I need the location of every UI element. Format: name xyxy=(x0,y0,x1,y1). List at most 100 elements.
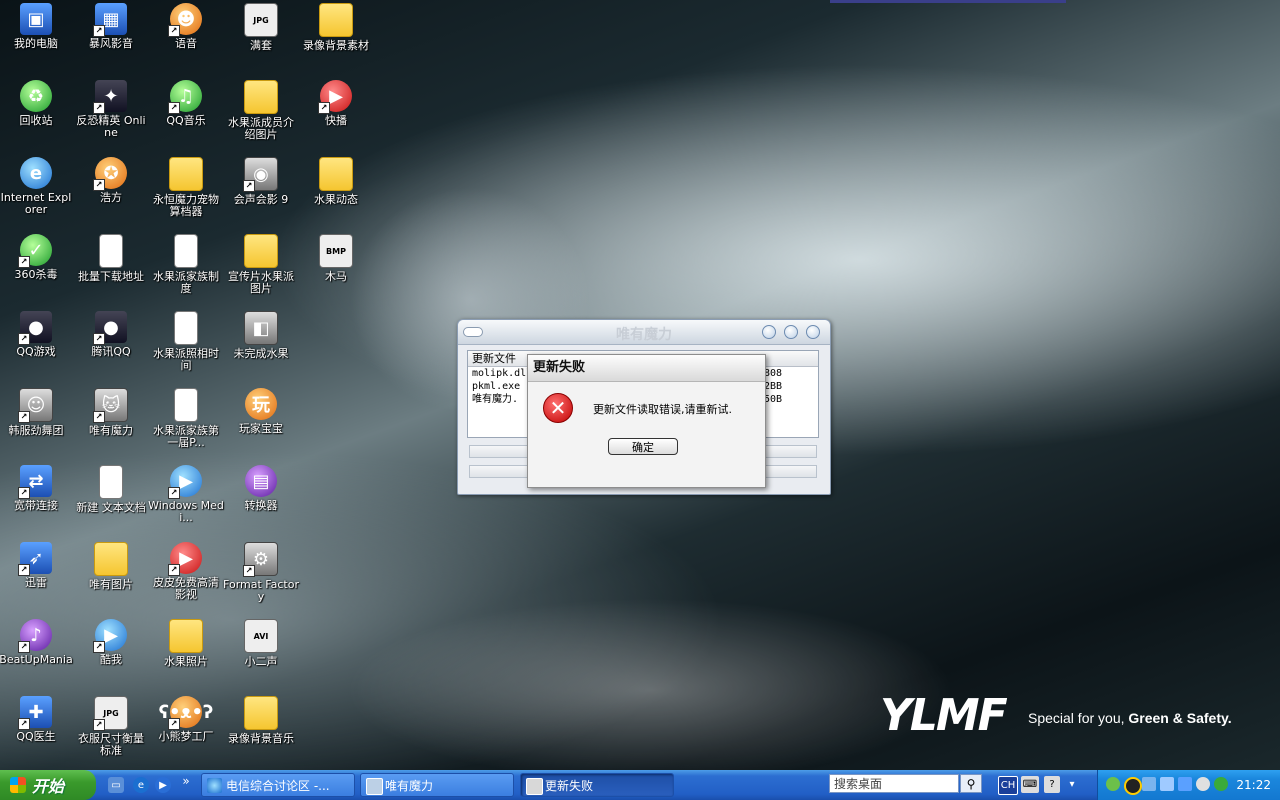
desktop-icon-pet-calculator[interactable]: 永恒魔力宠物算档器 xyxy=(150,157,222,218)
clock[interactable]: 21:22 xyxy=(1236,770,1271,800)
taskbar-item-active[interactable]: 更新失败 xyxy=(520,773,674,797)
brand-slogan: Special for you, Green & Safety. xyxy=(1028,710,1232,726)
movie-editor-icon: ◉ ↗ xyxy=(243,157,278,192)
desktop-icon-weiyou-moli[interactable]: 🐱 ↗ 唯有魔力 xyxy=(75,388,147,437)
desktop-icon-fruit-photos[interactable]: 水果照片 xyxy=(150,619,222,668)
computer-icon: ▣ xyxy=(20,3,52,35)
desktop-icon-qq-games[interactable]: ● ↗ QQ游戏 xyxy=(0,311,72,358)
ie-icon: e xyxy=(20,157,52,189)
desktop-icon-fruit-dynamic[interactable]: 水果动态 xyxy=(300,157,372,206)
desktop-icon-xiaoer[interactable]: AVI 小二声 xyxy=(225,619,297,668)
desktop-icon-internet-explorer[interactable]: e Internet Explorer xyxy=(0,157,72,216)
error-x-icon: ✕ xyxy=(543,393,573,423)
desktop-icon-mantao[interactable]: JPG 满套 xyxy=(225,3,297,52)
start-button[interactable]: 开始 xyxy=(0,770,96,800)
jpg-image-icon: JPG xyxy=(244,3,278,37)
network-icon[interactable] xyxy=(1178,777,1192,791)
desktop-icon-new-text-doc[interactable]: 新建 文本文档 xyxy=(75,465,147,514)
desktop-icon-trojan[interactable]: BMP 木马 xyxy=(300,234,372,283)
error-dialog[interactable]: 更新失败 ✕ 更新文件读取错误,请重新试. 确定 xyxy=(527,354,766,488)
desktop-icon-player-baby[interactable]: 玩玩家宝宝 xyxy=(225,388,297,435)
media-player-icon[interactable]: ▶ xyxy=(155,777,171,793)
desktop-icon-unfinished-fruit[interactable]: ◧ 未完成水果 xyxy=(225,311,297,360)
desktop-search-input[interactable]: 搜索桌面 xyxy=(829,774,959,793)
keyboard-icon[interactable]: ⌨ xyxy=(1021,776,1039,793)
desktop-icon-counter-strike[interactable]: ✦ ↗ 反恐精英 Online xyxy=(75,80,147,139)
desktop-icon-thunder[interactable]: ➶ ↗ 迅雷 xyxy=(0,542,72,589)
desktop-icon-360[interactable]: ✓ ↗ 360杀毒 xyxy=(0,234,72,281)
desktop-icon-bg-music[interactable]: 录像背景音乐 xyxy=(225,696,297,745)
network-icon: ⇄ ↗ xyxy=(18,465,52,499)
soldier-icon: ✦ ↗ xyxy=(93,80,127,114)
desktop-icon-promo-pictures[interactable]: 宣传片水果派图片 xyxy=(225,234,297,295)
desktop-icon-voice[interactable]: ☻ ↗ 语音 xyxy=(150,3,222,50)
overflow-chevron-icon[interactable]: » xyxy=(178,773,194,789)
game-icon: ☺ ↗ xyxy=(18,388,53,423)
desktop-icon-video-studio[interactable]: ◉ ↗ 会声会影 9 xyxy=(225,157,297,206)
desktop-icon-my-computer[interactable]: ▣ 我的电脑 xyxy=(0,3,72,50)
desktop-icon-member-intro[interactable]: 水果派成员介绍图片 xyxy=(225,80,297,141)
desktop-icon-bear-factory[interactable]: ʕ•ᴥ•ʔ ↗ 小熊梦工厂 xyxy=(150,696,222,743)
desktop-icon-clothes-size[interactable]: JPG ↗ 衣服尺寸衡量标准 xyxy=(75,696,147,757)
desktop-icon-weiyou-pictures[interactable]: 唯有图片 xyxy=(75,542,147,591)
desktop-icon-format-factory[interactable]: ⚙ ↗ Format Factory xyxy=(223,542,299,603)
ie-icon xyxy=(207,778,222,793)
folder-icon xyxy=(169,619,203,653)
language-indicator[interactable]: CH xyxy=(998,776,1018,795)
text-file-icon xyxy=(99,234,123,268)
error-dialog-title: 更新失败 xyxy=(528,355,765,382)
desktop-icon-windows-media[interactable]: ▶ ↗ Windows Medi... xyxy=(148,465,224,524)
folder-icon xyxy=(94,542,128,576)
desktop-icon-beatupmania[interactable]: ♪ ↗ BeatUpMania xyxy=(0,619,73,666)
desktop-icon-qq-music[interactable]: ♫ ↗ QQ音乐 xyxy=(150,80,222,127)
close-button[interactable] xyxy=(806,325,820,339)
minimize-button[interactable] xyxy=(762,325,776,339)
tray-app-icon[interactable] xyxy=(1196,777,1210,791)
music-icon: ♫ ↗ xyxy=(168,80,202,114)
qq-penguin-icon[interactable] xyxy=(1124,777,1142,795)
play-icon: ▶ ↗ xyxy=(93,619,127,653)
desktop-icon-photo-time[interactable]: 水果派照相时间 xyxy=(150,311,222,372)
game-icon: ✪ ↗ xyxy=(93,157,127,191)
desktop-icon-storm-player[interactable]: ▦ ↗ 暴风影音 xyxy=(75,3,147,50)
desktop-icon-qvod[interactable]: ▶ ↗ 快播 xyxy=(300,80,372,127)
desktop-icon-batch-download[interactable]: 批量下载地址 xyxy=(75,234,147,283)
options-icon[interactable]: ▾ xyxy=(1066,776,1078,793)
app-icon xyxy=(366,778,383,795)
desktop-icon-recycle-bin[interactable]: ♻ 回收站 xyxy=(0,80,72,127)
desktop-icon-qq-doctor[interactable]: ✚ ↗ QQ医生 xyxy=(0,696,72,743)
taskbar-item[interactable]: 唯有魔力 xyxy=(360,773,514,797)
ok-button[interactable]: 确定 xyxy=(608,438,678,455)
bear-icon: ʕ•ᴥ•ʔ ↗ xyxy=(159,696,213,730)
desktop-icon-converter[interactable]: ▤ 转换器 xyxy=(225,465,297,512)
app-window-titlebar[interactable]: 唯有魔力 xyxy=(458,320,830,345)
desktop-icon-haofang[interactable]: ✪ ↗ 浩方 xyxy=(75,157,147,204)
help-icon[interactable]: ? xyxy=(1044,776,1060,793)
folder-icon xyxy=(169,157,203,191)
desktop-icon-kuwo[interactable]: ▶ ↗ 酷我 xyxy=(75,619,147,666)
bmp-image-icon: BMP xyxy=(319,234,353,268)
desktop-icon-family-first[interactable]: 水果派家族第一届P... xyxy=(150,388,222,449)
security-icon[interactable] xyxy=(1214,777,1228,791)
desktop-icon-pipi-video[interactable]: ▶ ↗ 皮皮免费高清影视 xyxy=(150,542,222,601)
desktop-icon-tencent-qq[interactable]: ● ↗ 腾讯QQ xyxy=(75,311,147,358)
network-icon[interactable] xyxy=(1160,777,1174,791)
desktop-icon-family-rules[interactable]: 水果派家族制度 xyxy=(150,234,222,295)
tray-app-icon[interactable] xyxy=(1106,777,1120,791)
windows-flag-icon xyxy=(10,777,26,793)
maximize-button[interactable] xyxy=(784,325,798,339)
search-icon[interactable]: ⚲ xyxy=(960,774,982,793)
folder-icon xyxy=(244,234,278,268)
text-file-icon xyxy=(174,234,198,268)
taskbar-item[interactable]: 电信综合讨论区 -... xyxy=(201,773,355,797)
folder-icon xyxy=(319,3,353,37)
desktop-icon-audition[interactable]: ☺ ↗ 韩服劲舞团 xyxy=(0,388,72,437)
avi-video-icon: AVI xyxy=(244,619,278,653)
network-icon[interactable] xyxy=(1142,777,1156,791)
desktop-icon-broadband[interactable]: ⇄ ↗ 宽带连接 xyxy=(0,465,72,512)
cat-face-icon: ☻ ↗ xyxy=(168,3,202,37)
show-desktop-icon[interactable]: ▭ xyxy=(108,777,124,793)
ie-icon[interactable]: e xyxy=(133,777,149,793)
folder-icon xyxy=(244,80,278,114)
desktop-icon-bg-material[interactable]: 录像背景素材 xyxy=(300,3,372,52)
